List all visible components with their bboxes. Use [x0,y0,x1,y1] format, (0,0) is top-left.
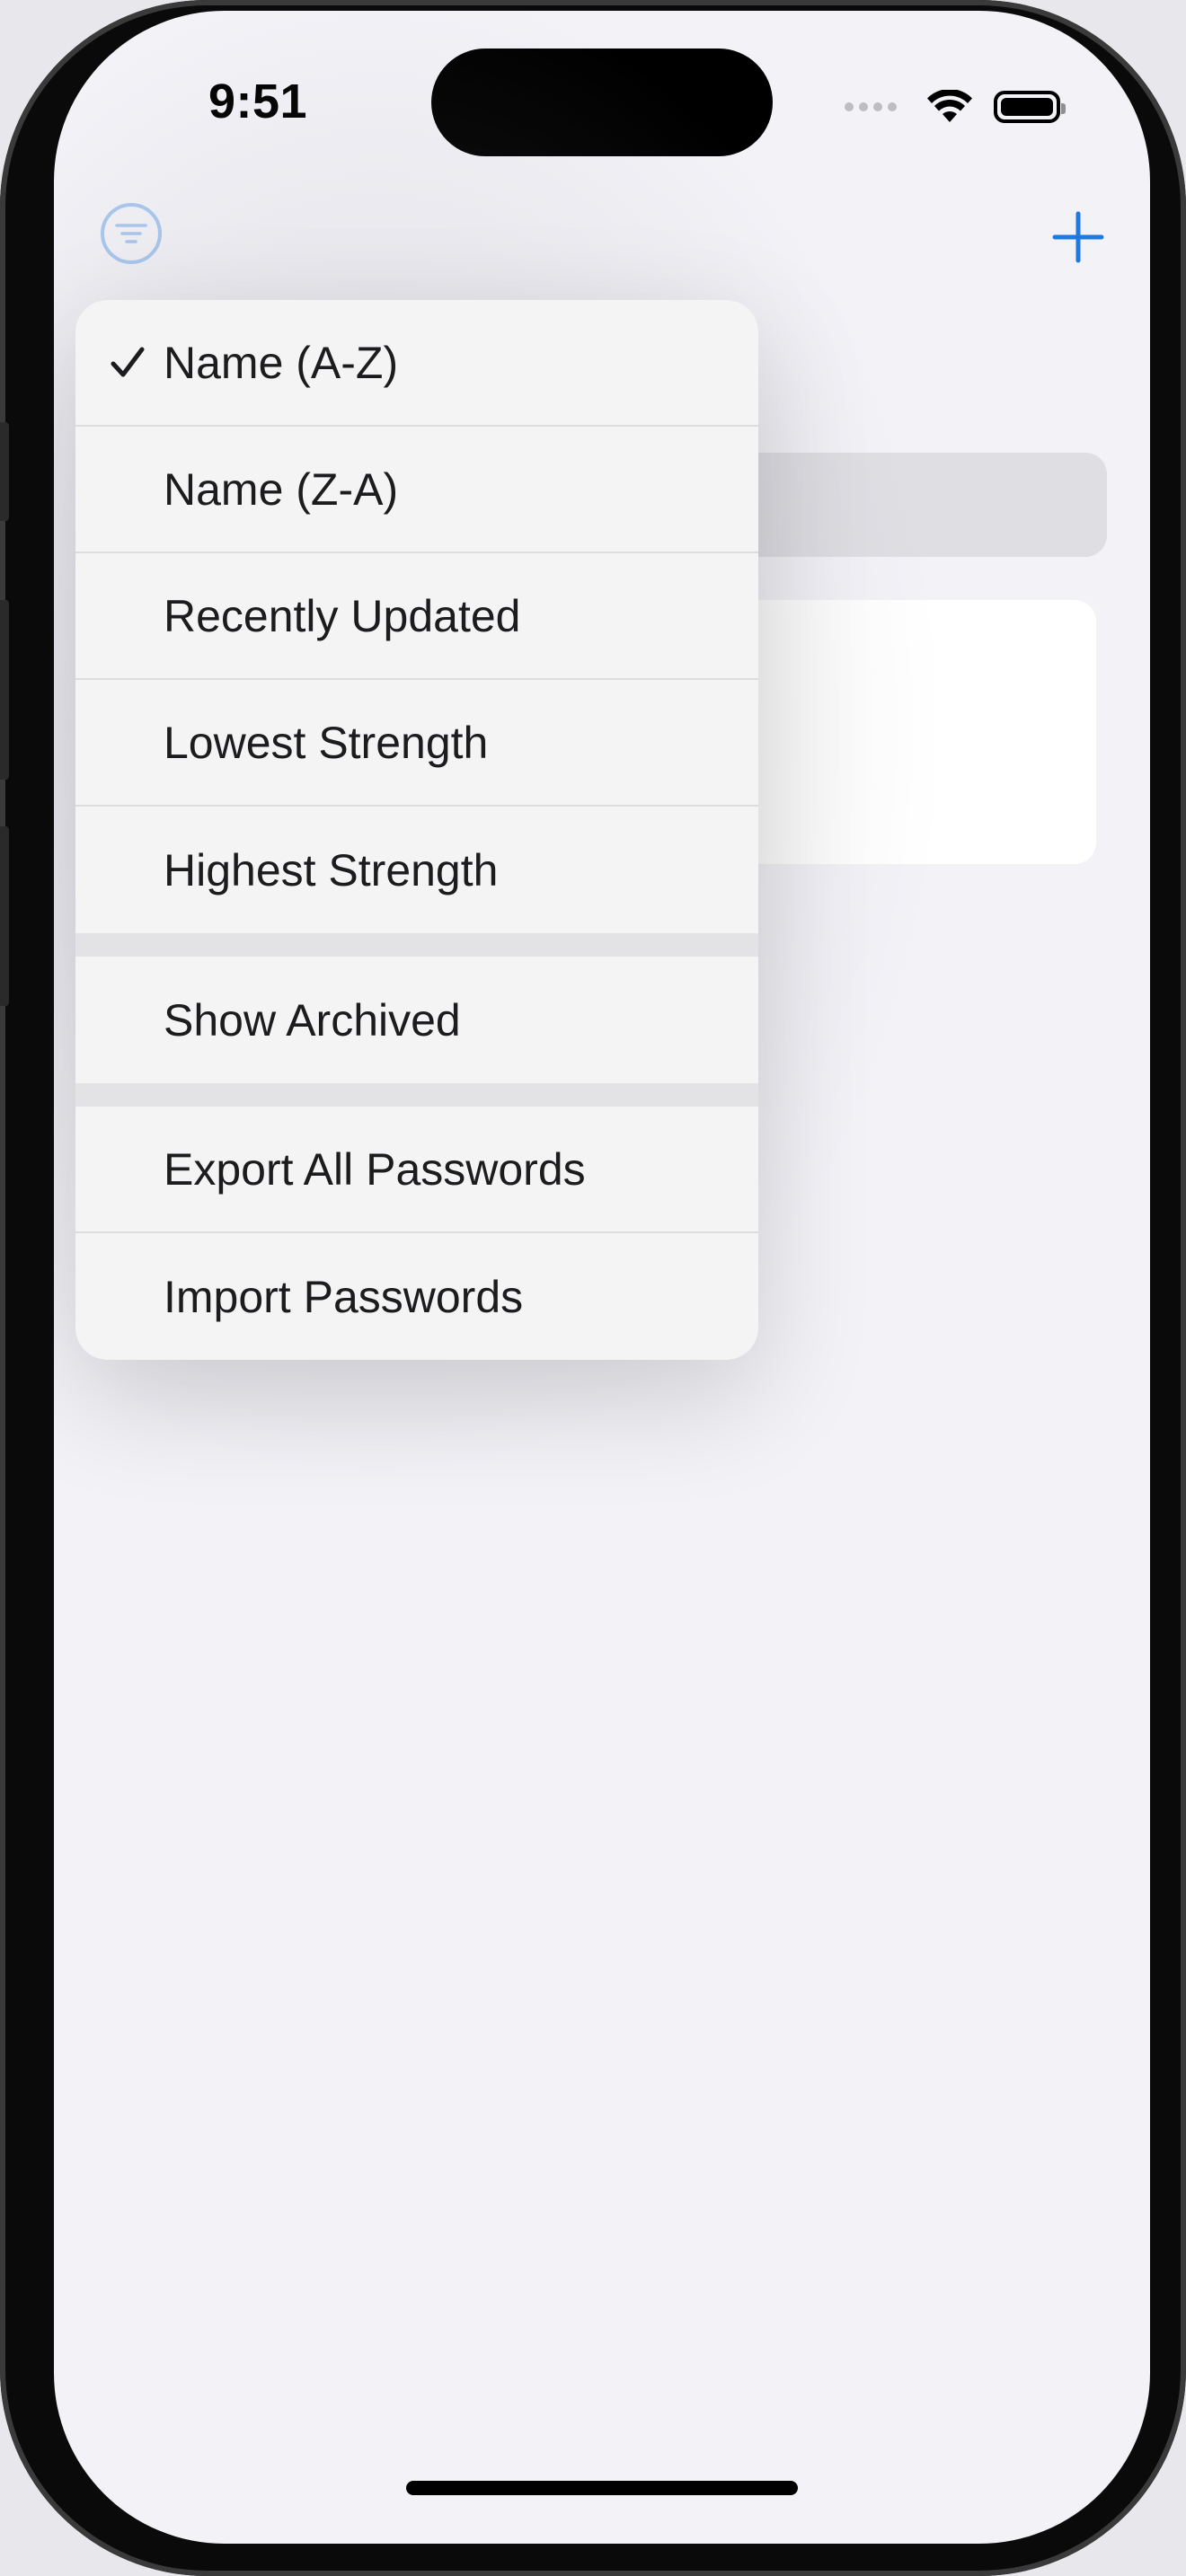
volume-up-button [0,600,9,780]
menu-item-name-desc[interactable]: Name (Z-A) [75,427,758,553]
screen: 9:51 Name (A-Z) Name (Z-A) Recently Upda… [54,11,1150,2544]
menu-item-recently-updated[interactable]: Recently Updated [75,553,758,680]
menu-separator [75,1083,758,1107]
archive-group: Show Archived [75,957,758,1083]
menu-item-label: Name (Z-A) [164,463,399,515]
menu-item-label: Import Passwords [164,1271,524,1322]
checkmark-icon [111,347,145,376]
menu-item-label: Show Archived [164,994,461,1045]
dynamic-island [431,49,773,156]
sort-options-group: Name (A-Z) Name (Z-A) Recently Updated L… [75,300,758,933]
plus-icon [1052,211,1104,263]
volume-down-button [0,826,9,1006]
filter-sort-button[interactable] [101,203,162,264]
home-indicator[interactable] [406,2481,798,2495]
import-export-group: Export All Passwords Import Passwords [75,1107,758,1360]
status-time: 9:51 [208,75,308,128]
menu-item-label: Recently Updated [164,590,521,641]
add-button[interactable] [1051,210,1105,264]
menu-item-import[interactable]: Import Passwords [75,1233,758,1360]
line-3-horizontal-decrease-icon [115,224,147,243]
action-button [0,422,9,521]
menu-item-label: Name (A-Z) [164,337,399,388]
menu-item-label: Highest Strength [164,844,499,895]
menu-item-show-archived[interactable]: Show Archived [75,957,758,1083]
menu-item-lowest-strength[interactable]: Lowest Strength [75,680,758,807]
status-indicators [845,90,1066,124]
cellular-signal-icon [845,102,902,111]
wifi-icon [927,90,972,122]
menu-item-label: Export All Passwords [164,1143,586,1195]
menu-item-highest-strength[interactable]: Highest Strength [75,807,758,933]
menu-item-name-asc[interactable]: Name (A-Z) [75,300,758,427]
menu-separator [75,933,758,957]
menu-item-label: Lowest Strength [164,717,489,768]
battery-icon [994,91,1066,123]
menu-item-export-all[interactable]: Export All Passwords [75,1107,758,1233]
sort-menu: Name (A-Z) Name (Z-A) Recently Updated L… [75,300,758,1360]
